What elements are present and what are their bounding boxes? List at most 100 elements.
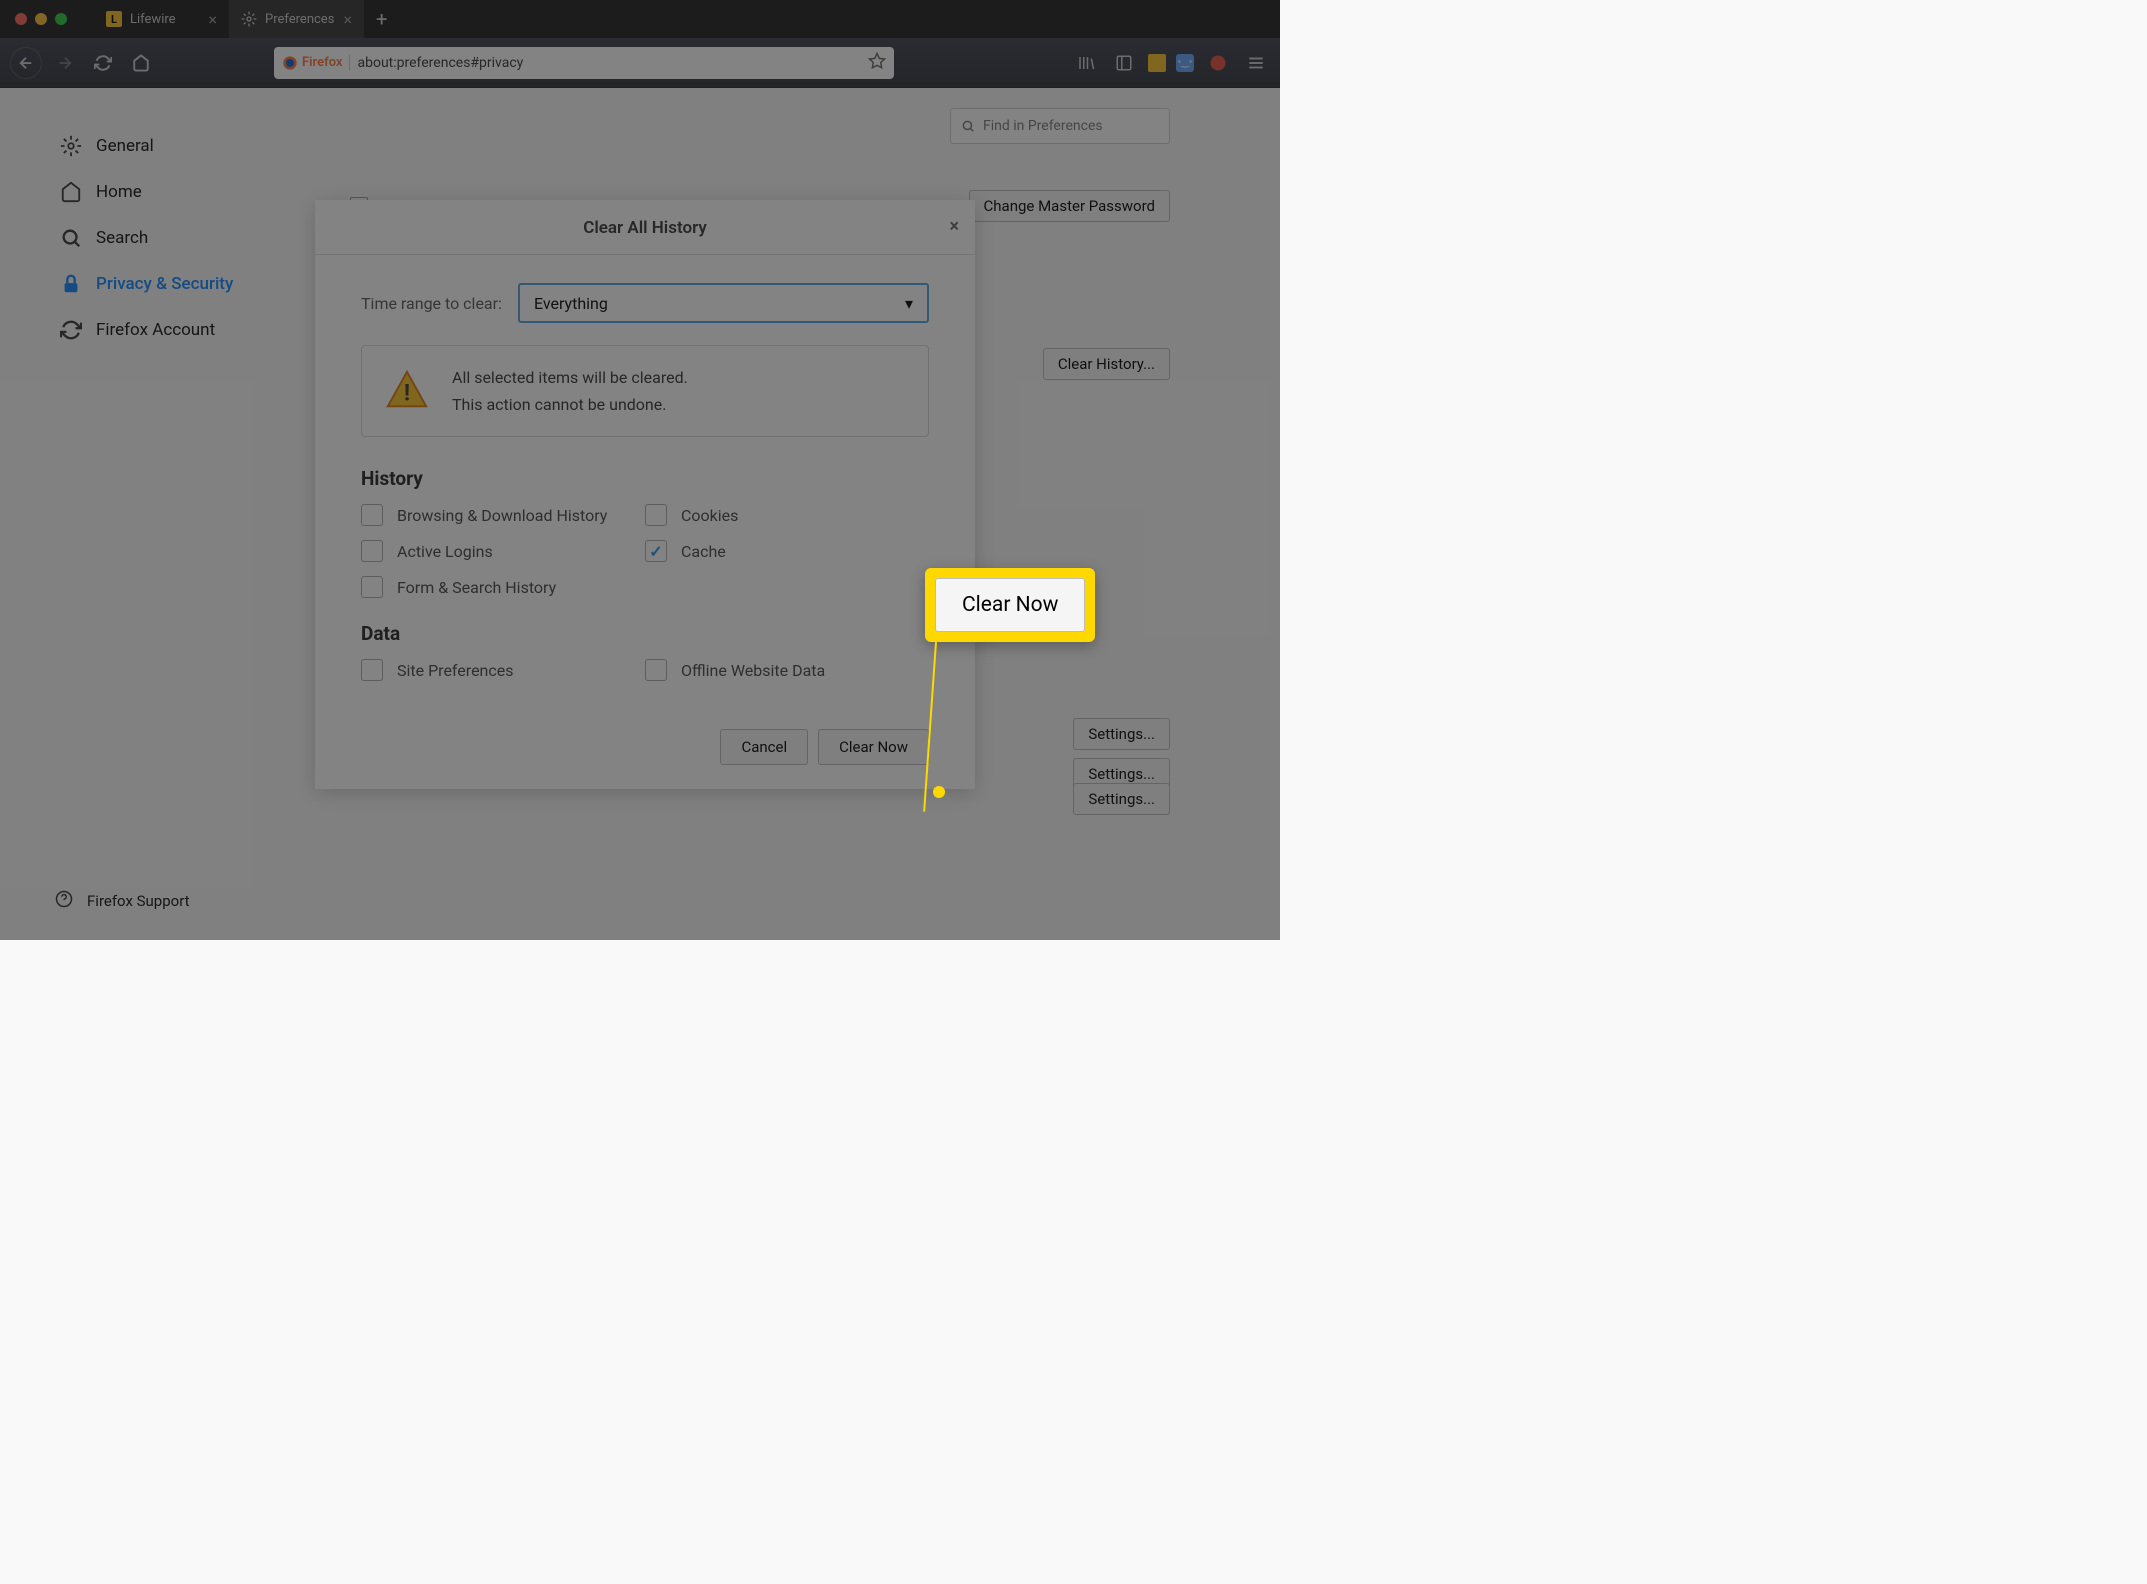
dialog-footer: Cancel Clear Now: [315, 729, 975, 789]
support-link-label: Firefox Support: [87, 892, 190, 910]
close-tab-icon[interactable]: ×: [208, 10, 217, 29]
time-range-label: Time range to clear:: [361, 294, 502, 313]
gear-icon: [60, 135, 82, 157]
dialog-title-text: Clear All History: [583, 218, 707, 238]
menu-button[interactable]: [1242, 49, 1270, 77]
firefox-identity: Firefox: [282, 55, 343, 71]
lock-icon: [60, 273, 82, 295]
check-label: Cache: [681, 542, 726, 561]
history-heading: History: [361, 467, 929, 490]
check-label: Form & Search History: [397, 578, 556, 597]
window-titlebar: L Lifewire × Preferences × +: [0, 0, 1280, 38]
extension-icon-yellow[interactable]: [1148, 54, 1166, 72]
data-heading: Data: [361, 622, 929, 645]
help-icon: [55, 890, 73, 912]
sidebar-item-search[interactable]: Search: [50, 215, 300, 261]
new-tab-button[interactable]: +: [364, 0, 399, 38]
sidebar-item-general[interactable]: General: [50, 123, 300, 169]
lifewire-favicon: L: [106, 11, 122, 27]
close-tab-icon[interactable]: ×: [343, 10, 352, 29]
home-button[interactable]: [126, 48, 156, 78]
forward-button[interactable]: [50, 48, 80, 78]
check-label: Offline Website Data: [681, 661, 825, 680]
checkbox[interactable]: [361, 540, 383, 562]
tab-label: Lifewire: [130, 12, 176, 27]
warning-text: All selected items will be cleared. This…: [452, 364, 688, 418]
settings-button-extra[interactable]: Settings...: [1073, 783, 1170, 815]
extension-icon-face[interactable]: •‿•: [1176, 54, 1194, 72]
time-range-row: Time range to clear: Everything ▾: [361, 283, 929, 323]
sidebar-item-label: Firefox Account: [96, 320, 215, 340]
brand-label: Firefox: [302, 55, 343, 70]
time-range-value: Everything: [534, 294, 608, 313]
warning-box: ! All selected items will be cleared. Th…: [361, 345, 929, 437]
search-icon: [961, 119, 975, 133]
checkbox[interactable]: [645, 659, 667, 681]
sidebar-icon[interactable]: [1110, 49, 1138, 77]
maximize-window-button[interactable]: [55, 13, 67, 25]
firefox-icon: [282, 55, 298, 71]
url-text: about:preferences#privacy: [349, 55, 524, 71]
extension-icon-red[interactable]: [1204, 49, 1232, 77]
history-checks: Browsing & Download History Cookies Acti…: [361, 504, 929, 598]
search-icon: [60, 227, 82, 249]
check-label: Active Logins: [397, 542, 493, 561]
sidebar-footer-support[interactable]: Firefox Support: [55, 890, 190, 912]
tab-preferences[interactable]: Preferences ×: [229, 0, 364, 38]
home-icon: [60, 181, 82, 203]
sidebar-item-privacy[interactable]: Privacy & Security: [50, 261, 300, 307]
sidebar-item-label: General: [96, 136, 154, 156]
check-cache[interactable]: ✓ Cache: [645, 540, 929, 562]
dialog-body: Time range to clear: Everything ▾ ! All …: [315, 255, 975, 729]
check-label: Browsing & Download History: [397, 506, 607, 525]
sidebar-item-label: Home: [96, 182, 142, 202]
camera-settings-button[interactable]: Settings...: [1073, 718, 1170, 750]
check-cookies[interactable]: Cookies: [645, 504, 929, 526]
dialog-close-button[interactable]: ×: [949, 216, 959, 237]
back-button[interactable]: [10, 47, 42, 79]
preferences-sidebar: General Home Search Privacy & Security F…: [0, 88, 300, 940]
sync-icon: [60, 319, 82, 341]
close-window-button[interactable]: [15, 13, 27, 25]
check-form-search[interactable]: Form & Search History: [361, 576, 645, 598]
annotation-callout: Clear Now: [925, 568, 1095, 642]
check-offline-data[interactable]: Offline Website Data: [645, 659, 929, 681]
url-bar[interactable]: Firefox about:preferences#privacy: [274, 47, 894, 79]
tab-label: Preferences: [265, 12, 334, 27]
checkbox[interactable]: [645, 504, 667, 526]
tab-lifewire[interactable]: L Lifewire ×: [94, 0, 229, 38]
bookmark-star-icon[interactable]: [868, 52, 886, 74]
change-master-password-button[interactable]: Change Master Password: [969, 190, 1170, 222]
check-browsing-history[interactable]: Browsing & Download History: [361, 504, 645, 526]
toolbar-right: •‿•: [1072, 49, 1270, 77]
dialog-title: Clear All History ×: [315, 200, 975, 255]
callout-highlight-box: Clear Now: [925, 568, 1095, 642]
check-label: Site Preferences: [397, 661, 514, 680]
clear-now-button[interactable]: Clear Now: [818, 729, 929, 765]
data-checks: Site Preferences Offline Website Data: [361, 659, 929, 681]
cancel-button[interactable]: Cancel: [720, 729, 808, 765]
library-icon[interactable]: [1072, 49, 1100, 77]
check-label: Cookies: [681, 506, 738, 525]
minimize-window-button[interactable]: [35, 13, 47, 25]
search-placeholder: Find in Preferences: [983, 118, 1103, 134]
time-range-select[interactable]: Everything ▾: [518, 283, 929, 323]
check-site-preferences[interactable]: Site Preferences: [361, 659, 645, 681]
browser-tabs: L Lifewire × Preferences × +: [94, 0, 399, 38]
checkbox-checked[interactable]: ✓: [645, 540, 667, 562]
check-active-logins[interactable]: Active Logins: [361, 540, 645, 562]
checkbox[interactable]: [361, 576, 383, 598]
chevron-down-icon: ▾: [905, 294, 913, 313]
checkbox[interactable]: [361, 659, 383, 681]
gear-icon: [241, 11, 257, 27]
checkbox[interactable]: [361, 504, 383, 526]
reload-button[interactable]: [88, 48, 118, 78]
sidebar-item-account[interactable]: Firefox Account: [50, 307, 300, 353]
clear-history-button[interactable]: Clear History...: [1043, 348, 1170, 380]
sidebar-item-home[interactable]: Home: [50, 169, 300, 215]
navigation-toolbar: Firefox about:preferences#privacy •‿•: [0, 38, 1280, 88]
find-in-preferences[interactable]: Find in Preferences: [950, 108, 1170, 144]
traffic-lights: [0, 13, 82, 25]
sidebar-item-label: Search: [96, 228, 148, 248]
warning-line1: All selected items will be cleared.: [452, 364, 688, 391]
